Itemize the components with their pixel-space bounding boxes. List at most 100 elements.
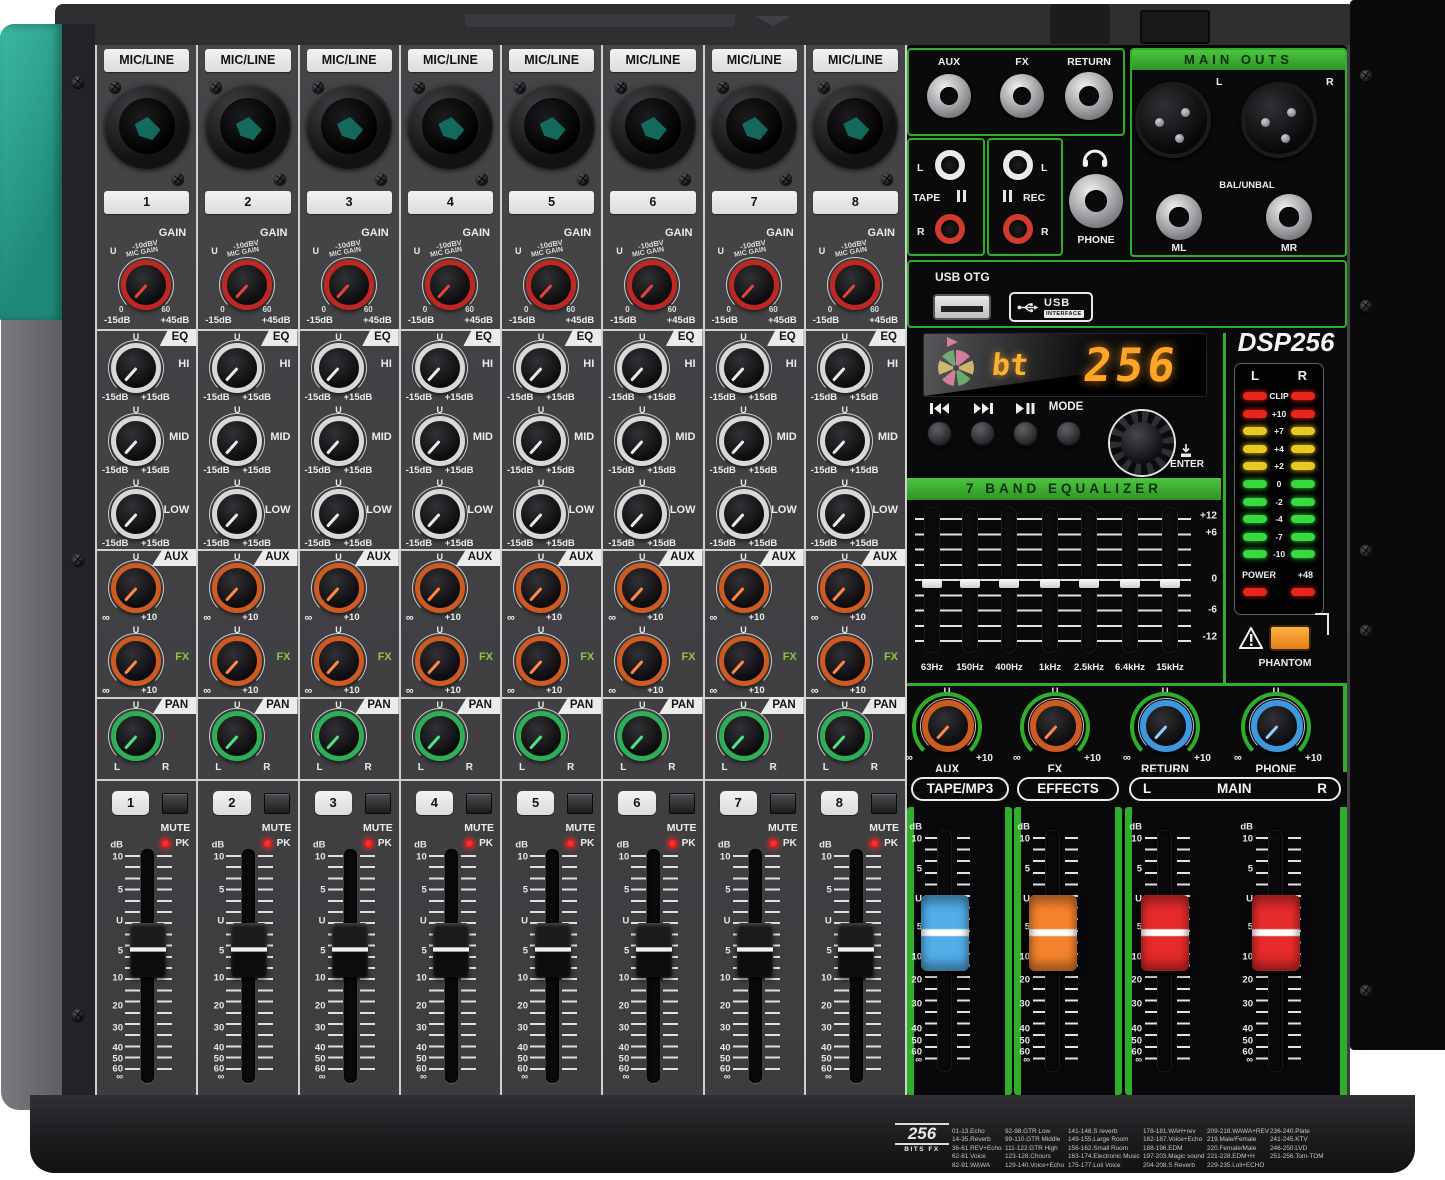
- mode-button[interactable]: [1055, 420, 1082, 447]
- eq-hi-knob[interactable]: [314, 343, 364, 393]
- fader-cap[interactable]: [636, 923, 672, 977]
- fx-send-knob[interactable]: [820, 636, 870, 686]
- eq-band-slider-15kHz[interactable]: [1163, 508, 1177, 652]
- eq-low-knob[interactable]: [111, 489, 161, 539]
- eq-hi-knob[interactable]: [111, 343, 161, 393]
- gain-knob[interactable]: [729, 260, 779, 310]
- pan-knob[interactable]: [719, 711, 769, 761]
- mute-button[interactable]: [770, 793, 796, 814]
- pan-knob[interactable]: [516, 711, 566, 761]
- fader-cap[interactable]: [130, 923, 166, 977]
- fx-send-knob[interactable]: [719, 636, 769, 686]
- power-switch[interactable]: [1050, 4, 1110, 44]
- gain-knob[interactable]: [121, 260, 171, 310]
- eq-band-slider-63Hz[interactable]: [925, 508, 939, 652]
- next-button[interactable]: [969, 420, 996, 447]
- fader-cap[interactable]: [433, 923, 469, 977]
- eq-mid-knob[interactable]: [820, 416, 870, 466]
- gain-knob[interactable]: [222, 260, 272, 310]
- aux-send-knob[interactable]: [212, 563, 262, 613]
- eq-low-knob[interactable]: [617, 489, 667, 539]
- fader-cap[interactable]: [838, 923, 874, 977]
- mute-button[interactable]: [264, 793, 290, 814]
- pan-knob[interactable]: [820, 711, 870, 761]
- eq-low-knob[interactable]: [719, 489, 769, 539]
- pan-knob[interactable]: [212, 711, 262, 761]
- aux-send-knob[interactable]: [820, 563, 870, 613]
- eq-hi-knob[interactable]: [516, 343, 566, 393]
- pan-knob[interactable]: [415, 711, 465, 761]
- mute-button[interactable]: [871, 793, 897, 814]
- main-r-fader[interactable]: [1269, 831, 1282, 1071]
- aux-send-knob[interactable]: [314, 563, 364, 613]
- fx-send-knob[interactable]: [212, 636, 262, 686]
- eq-band-slider-150Hz[interactable]: [963, 508, 977, 652]
- phantom-switch[interactable]: [1269, 625, 1311, 651]
- eq-low-knob[interactable]: [314, 489, 364, 539]
- channel-fader[interactable]: [344, 849, 357, 1083]
- mute-button[interactable]: [567, 793, 593, 814]
- channel-fader[interactable]: [445, 849, 458, 1083]
- mute-button[interactable]: [365, 793, 391, 814]
- channel-fader[interactable]: [141, 849, 154, 1083]
- eq-mid-knob[interactable]: [314, 416, 364, 466]
- aux-master-knob[interactable]: [922, 700, 974, 752]
- eq-mid-knob[interactable]: [719, 416, 769, 466]
- fader-cap[interactable]: [332, 923, 368, 977]
- effects-fader-cap[interactable]: [1029, 895, 1077, 971]
- aux-send-knob[interactable]: [516, 563, 566, 613]
- channel-fader[interactable]: [850, 849, 863, 1083]
- eq-hi-knob[interactable]: [820, 343, 870, 393]
- gain-knob[interactable]: [830, 260, 880, 310]
- channel-fader[interactable]: [242, 849, 255, 1083]
- fader-cap[interactable]: [737, 923, 773, 977]
- mute-button[interactable]: [669, 793, 695, 814]
- aux-send-knob[interactable]: [111, 563, 161, 613]
- gain-knob[interactable]: [425, 260, 475, 310]
- main-r-fader-cap[interactable]: [1252, 895, 1300, 971]
- phone-master-knob[interactable]: [1251, 700, 1303, 752]
- previous-button[interactable]: [926, 420, 953, 447]
- fx-send-knob[interactable]: [617, 636, 667, 686]
- channel-fader[interactable]: [647, 849, 660, 1083]
- effects-fader[interactable]: [1046, 831, 1059, 1071]
- eq-mid-knob[interactable]: [111, 416, 161, 466]
- eq-low-knob[interactable]: [820, 489, 870, 539]
- gain-knob[interactable]: [526, 260, 576, 310]
- aux-send-knob[interactable]: [415, 563, 465, 613]
- fader-cap[interactable]: [535, 923, 571, 977]
- fx-send-knob[interactable]: [111, 636, 161, 686]
- mute-button[interactable]: [466, 793, 492, 814]
- eq-low-knob[interactable]: [212, 489, 262, 539]
- pan-knob[interactable]: [617, 711, 667, 761]
- fx-send-knob[interactable]: [415, 636, 465, 686]
- channel-fader[interactable]: [749, 849, 762, 1083]
- tape-mp3-fader[interactable]: [938, 831, 951, 1071]
- main-l-fader[interactable]: [1158, 831, 1171, 1071]
- eq-band-slider-6.4kHz[interactable]: [1123, 508, 1137, 652]
- gain-knob[interactable]: [627, 260, 677, 310]
- tape-mp3-fader-cap[interactable]: [921, 895, 969, 971]
- eq-hi-knob[interactable]: [212, 343, 262, 393]
- eq-band-slider-2.5kHz[interactable]: [1082, 508, 1096, 652]
- main-l-fader-cap[interactable]: [1141, 895, 1189, 971]
- aux-send-knob[interactable]: [617, 563, 667, 613]
- play-pause-button[interactable]: [1012, 420, 1039, 447]
- eq-band-slider-400Hz[interactable]: [1002, 508, 1016, 652]
- eq-low-knob[interactable]: [415, 489, 465, 539]
- fx-master-knob[interactable]: [1030, 700, 1082, 752]
- eq-mid-knob[interactable]: [415, 416, 465, 466]
- mute-button[interactable]: [162, 793, 188, 814]
- eq-mid-knob[interactable]: [617, 416, 667, 466]
- pan-knob[interactable]: [314, 711, 364, 761]
- return-master-knob[interactable]: [1140, 700, 1192, 752]
- aux-send-knob[interactable]: [719, 563, 769, 613]
- fader-cap[interactable]: [231, 923, 267, 977]
- channel-fader[interactable]: [546, 849, 559, 1083]
- eq-low-knob[interactable]: [516, 489, 566, 539]
- eq-mid-knob[interactable]: [212, 416, 262, 466]
- fx-send-knob[interactable]: [314, 636, 364, 686]
- eq-hi-knob[interactable]: [719, 343, 769, 393]
- gain-knob[interactable]: [324, 260, 374, 310]
- eq-band-slider-1kHz[interactable]: [1043, 508, 1057, 652]
